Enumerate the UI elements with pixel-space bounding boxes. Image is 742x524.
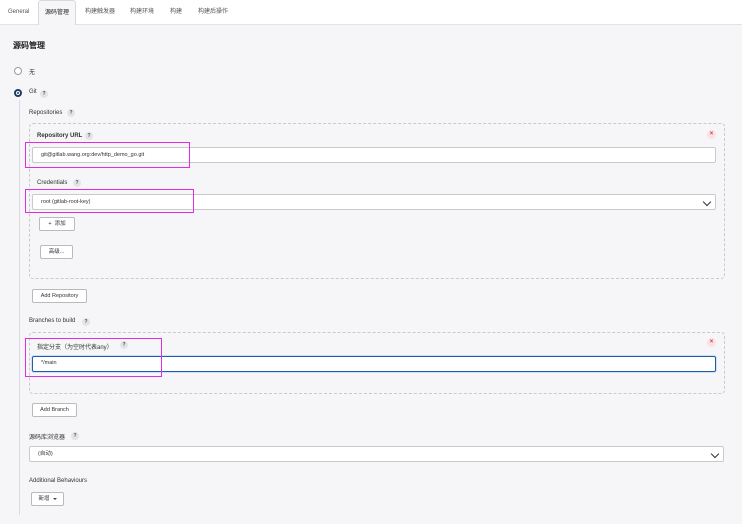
repository-browser-value: (自动) <box>38 451 53 457</box>
add-repository-button[interactable]: Add Repository <box>32 289 87 303</box>
caret-down-icon <box>52 497 57 500</box>
help-icon[interactable]: ? <box>40 90 48 98</box>
help-icon[interactable]: ? <box>73 179 81 187</box>
tab-bar: General 源码管理 构建触发器 构建环境 构建 构建后操作 <box>0 0 742 25</box>
help-icon[interactable]: ? <box>120 341 128 349</box>
tab-build[interactable]: 构建 <box>164 0 188 24</box>
tab-build-environment[interactable]: 构建环境 <box>124 0 160 24</box>
tab-post-build[interactable]: 构建后操作 <box>192 0 234 24</box>
add-credentials-label: 添加 <box>54 221 66 227</box>
credentials-select[interactable]: root (gitlab-root-key) <box>32 194 716 210</box>
branch-specifier-label: 指定分支（为空时代表any） <box>37 345 113 351</box>
radio-none[interactable] <box>14 67 22 75</box>
add-credentials-button[interactable]: + 添加 <box>39 217 75 231</box>
radio-none-label: 无 <box>29 70 36 76</box>
radio-git[interactable] <box>14 89 22 97</box>
repository-browser-label: 源码库浏览器 <box>29 435 66 441</box>
tab-build-triggers[interactable]: 构建触发器 <box>79 0 121 24</box>
advanced-button[interactable]: 高级... <box>40 245 73 259</box>
chevron-down-icon <box>710 449 720 459</box>
repositories-label: Repositories <box>29 110 63 116</box>
repository-url-input[interactable]: git@gitlab.wang.org:dev/http_demo_go.git <box>32 147 716 163</box>
plus-icon: + <box>48 221 52 227</box>
repository-browser-select[interactable]: (自动) <box>29 446 724 462</box>
tab-scm[interactable]: 源码管理 <box>38 0 77 25</box>
repository-url-label: Repository URL <box>37 133 83 139</box>
help-icon[interactable]: ? <box>85 132 93 140</box>
additional-behaviours-label: Additional Behaviours <box>29 478 88 484</box>
help-icon[interactable]: ? <box>82 318 90 326</box>
credentials-label: Credentials <box>37 180 68 186</box>
close-icon[interactable]: × <box>707 130 716 139</box>
help-icon[interactable]: ? <box>67 109 75 117</box>
add-behaviour-button[interactable]: 新增 <box>31 492 64 506</box>
credentials-value: root (gitlab-root-key) <box>41 199 91 205</box>
help-icon[interactable]: ? <box>71 432 79 440</box>
tab-general[interactable]: General <box>2 0 35 24</box>
section-title: 源码管理 <box>13 41 45 50</box>
add-branch-button[interactable]: Add Branch <box>32 403 77 417</box>
branches-label: Branches to build <box>29 318 76 324</box>
close-icon[interactable]: × <box>707 338 716 347</box>
add-behaviour-label: 新增 <box>38 496 50 502</box>
radio-git-label: Git <box>29 89 37 95</box>
branch-specifier-input[interactable]: */main <box>32 356 716 372</box>
chevron-down-icon <box>702 197 712 207</box>
git-section-divider <box>19 100 20 515</box>
